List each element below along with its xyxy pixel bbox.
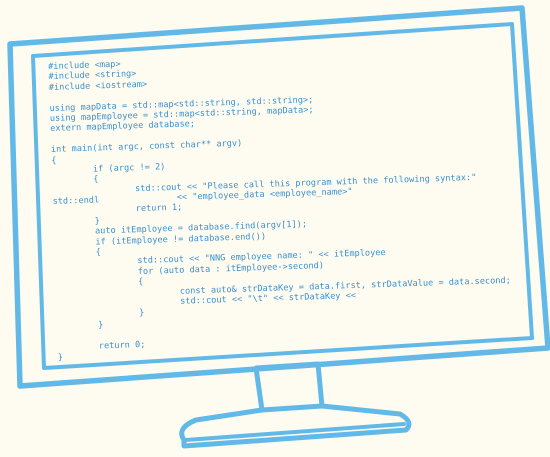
drawing-stage: #include <map> #include <string> #include …: [0, 0, 550, 457]
code-editor: #include <map> #include <string> #include …: [48, 46, 528, 363]
